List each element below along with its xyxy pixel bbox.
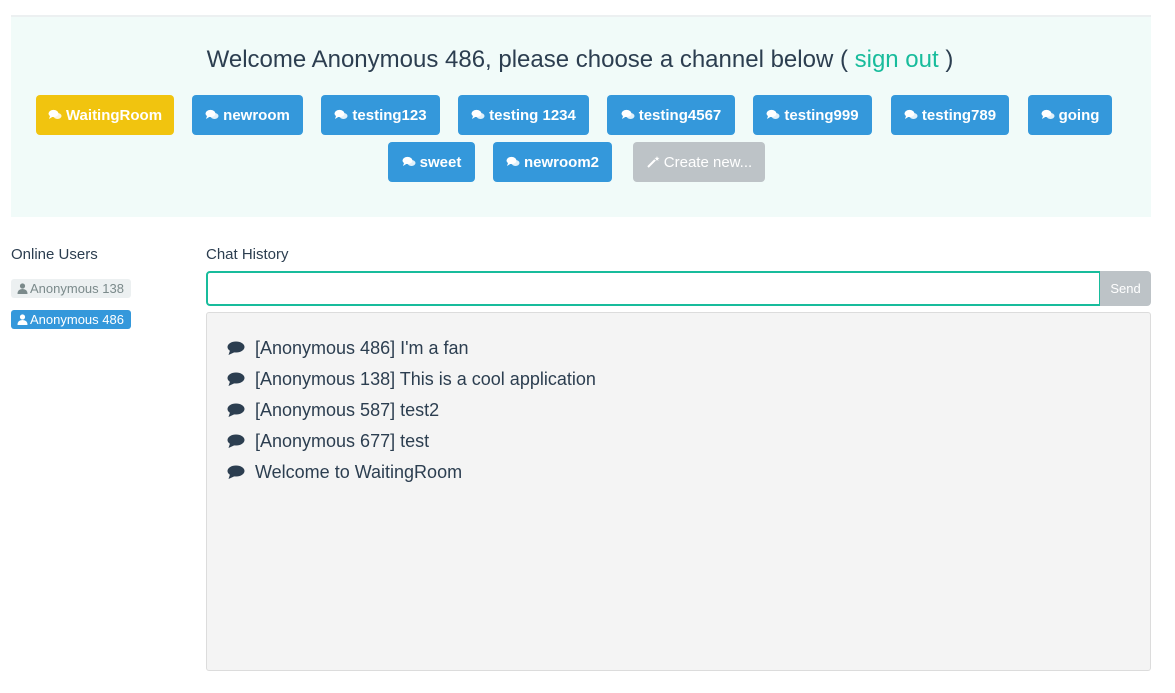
channel-button-going[interactable]: going [1028,95,1112,135]
channel-label: testing 1234 [489,106,576,124]
channel-button-testing999[interactable]: testing999 [753,95,872,135]
comments-icon [1041,109,1055,121]
online-user-badge: Anonymous 138 [11,279,131,298]
channel-label: testing123 [352,106,427,124]
chat-history-title: Chat History [206,246,289,263]
channel-label: sweet [419,153,462,171]
welcome-heading: Welcome Anonymous 486, please choose a c… [0,46,1160,74]
comment-icon [227,465,245,480]
chat-message: Welcome to WaitingRoom [227,460,462,484]
comments-icon [48,109,62,121]
channel-label: testing999 [784,106,859,124]
chat-message-input[interactable] [206,271,1101,306]
user-name: Anonymous 138 [30,281,124,296]
welcome-suffix: ) [938,46,954,73]
chat-message-text: Welcome to WaitingRoom [255,461,463,482]
comments-icon [621,109,635,121]
channel-label: newroom [223,106,290,124]
channel-label: newroom2 [523,153,599,171]
comments-icon [766,109,780,121]
comment-icon [227,372,245,387]
channel-label: WaitingRoom [65,106,163,124]
online-users-title: Online Users [11,246,98,263]
welcome-text: Welcome Anonymous 486, please choose a c… [206,46,855,73]
channel-label: testing789 [921,106,997,124]
channel-button-sweet[interactable]: sweet [388,142,475,182]
create-channel-label: Create new... [663,153,753,171]
comments-icon [471,109,485,121]
online-user-badge-current: Anonymous 486 [11,310,131,329]
comments-icon [402,156,416,168]
comments-icon [904,109,918,121]
chat-message-text: [Anonymous 677] test [255,430,430,451]
chat-message: [Anonymous 677] test [227,429,429,453]
channel-button-newroom2[interactable]: newroom2 [493,142,612,182]
channel-button-testing123[interactable]: testing123 [321,95,440,135]
create-channel-button[interactable]: Create new... [633,142,765,182]
send-button[interactable]: Send [1100,271,1151,306]
channel-label: testing4567 [638,106,722,124]
user-icon [17,283,28,294]
comment-icon [227,403,245,418]
comment-icon [227,434,245,449]
sign-out-link[interactable]: sign out [855,46,939,73]
channel-button-newroom[interactable]: newroom [192,95,303,135]
chat-message: [Anonymous 587] test2 [227,398,439,422]
user-name: Anonymous 486 [30,312,124,327]
chat-message-text: [Anonymous 587] test2 [255,399,440,420]
chat-message: [Anonymous 486] I'm a fan [227,336,469,360]
user-icon [17,314,28,325]
channel-button-testing789[interactable]: testing789 [891,95,1009,135]
chat-message-text: [Anonymous 138] This is a cool applicati… [255,368,596,389]
chat-history-panel: [Anonymous 486] I'm a fan [Anonymous 138… [206,312,1151,671]
channel-label: going [1058,106,1100,124]
comments-icon [506,156,520,168]
channel-button-waitingroom[interactable]: WaitingRoom [36,95,174,135]
comment-icon [227,341,245,356]
comments-icon [334,109,348,121]
magic-wand-icon [646,156,660,168]
chat-message-text: [Anonymous 486] I'm a fan [255,337,469,358]
chat-message: [Anonymous 138] This is a cool applicati… [227,367,596,391]
channel-button-testing-1234[interactable]: testing 1234 [458,95,589,135]
comments-icon [205,109,219,121]
channel-button-testing4567[interactable]: testing4567 [607,95,735,135]
